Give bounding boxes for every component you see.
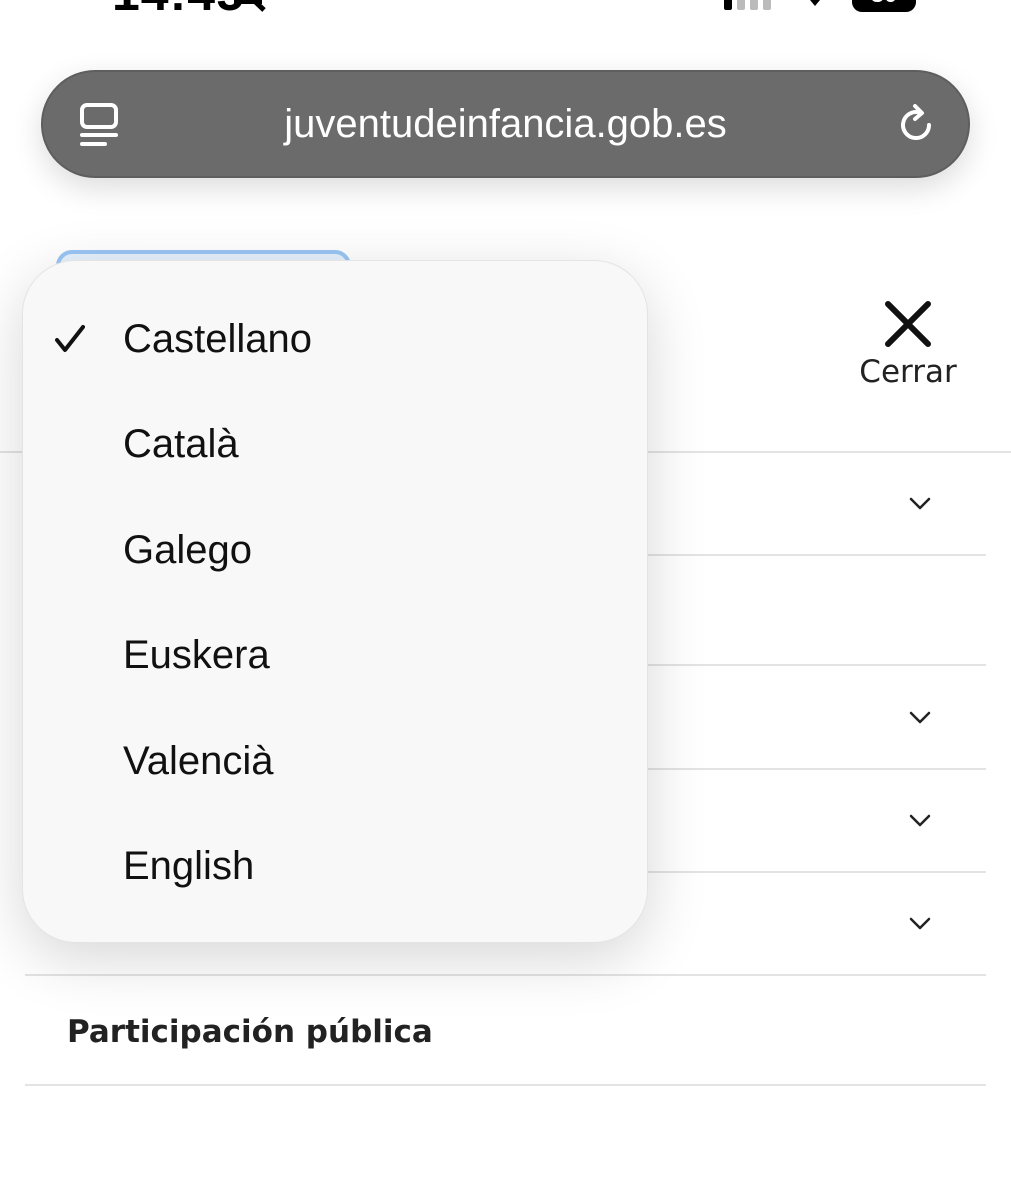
battery-level: 80 [871,0,898,8]
language-option-valencia[interactable]: Valencià [23,721,649,801]
language-option-catala[interactable]: Català [23,404,649,484]
chevron-down-icon[interactable] [909,497,931,511]
wifi-icon [810,0,820,6]
language-menu: Castellano Català Galego Euskera Valenci… [22,260,648,943]
close-button[interactable]: Cerrar [846,298,970,408]
close-icon [885,301,931,347]
language-option-label: Euskera [123,633,270,677]
language-option-label: English [123,844,255,888]
battery-icon: 80 [852,0,916,12]
language-option-label: Valencià [123,739,274,783]
language-option-english[interactable]: English [23,826,649,906]
url-domain[interactable]: juventudeinfancia.gob.es [43,72,968,176]
chevron-down-icon[interactable] [909,711,931,725]
status-bar: 14:45 80 [0,0,1011,40]
language-option-label: Castellano [123,317,313,361]
reload-icon[interactable] [895,104,937,146]
status-time: 14:45 [112,0,245,22]
language-option-label: Català [123,422,239,466]
bell-slash-icon [234,0,266,12]
checkmark-icon [55,325,85,352]
chevron-down-icon[interactable] [909,917,931,931]
url-bar[interactable]: juventudeinfancia.gob.es [41,70,970,178]
language-option-euskera[interactable]: Euskera [23,615,649,695]
language-option-galego[interactable]: Galego [23,510,649,590]
nav-item-label: Participación pública [67,1014,433,1050]
language-option-label: Galego [123,528,252,572]
nav-item-participacion-publica[interactable]: Participación pública [25,976,986,1086]
chevron-down-icon[interactable] [909,814,931,828]
close-label: Cerrar [859,354,957,390]
language-option-castellano[interactable]: Castellano [23,299,649,379]
signal-icon [724,0,771,10]
